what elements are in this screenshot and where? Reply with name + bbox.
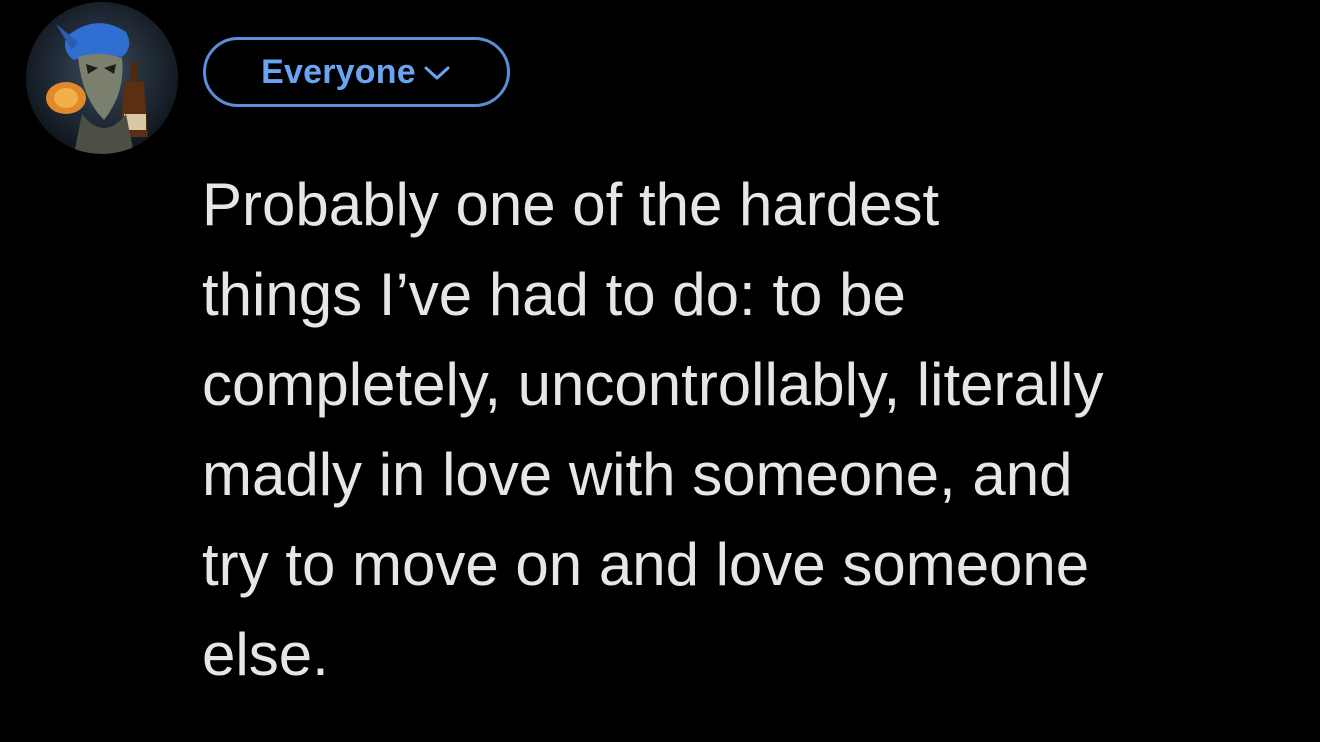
post-text-line: completely, uncontrollably, literally — [202, 351, 1104, 418]
audience-selector-button[interactable]: Everyone — [203, 37, 510, 107]
avatar[interactable] — [26, 2, 178, 154]
post-text-line: else. — [202, 621, 329, 688]
chevron-down-icon — [422, 63, 452, 83]
post-text-line: madly in love with someone, and — [202, 441, 1073, 508]
post-text-line: Probably one of the hardest — [202, 171, 940, 238]
post-text-line: try to move on and love someone — [202, 531, 1090, 598]
post-text-line: things I’ve had to do: to be — [202, 261, 906, 328]
post-body[interactable]: Probably one of the hardest things I’ve … — [202, 160, 1312, 700]
audience-label: Everyone — [261, 52, 416, 91]
avatar-image — [26, 2, 178, 154]
